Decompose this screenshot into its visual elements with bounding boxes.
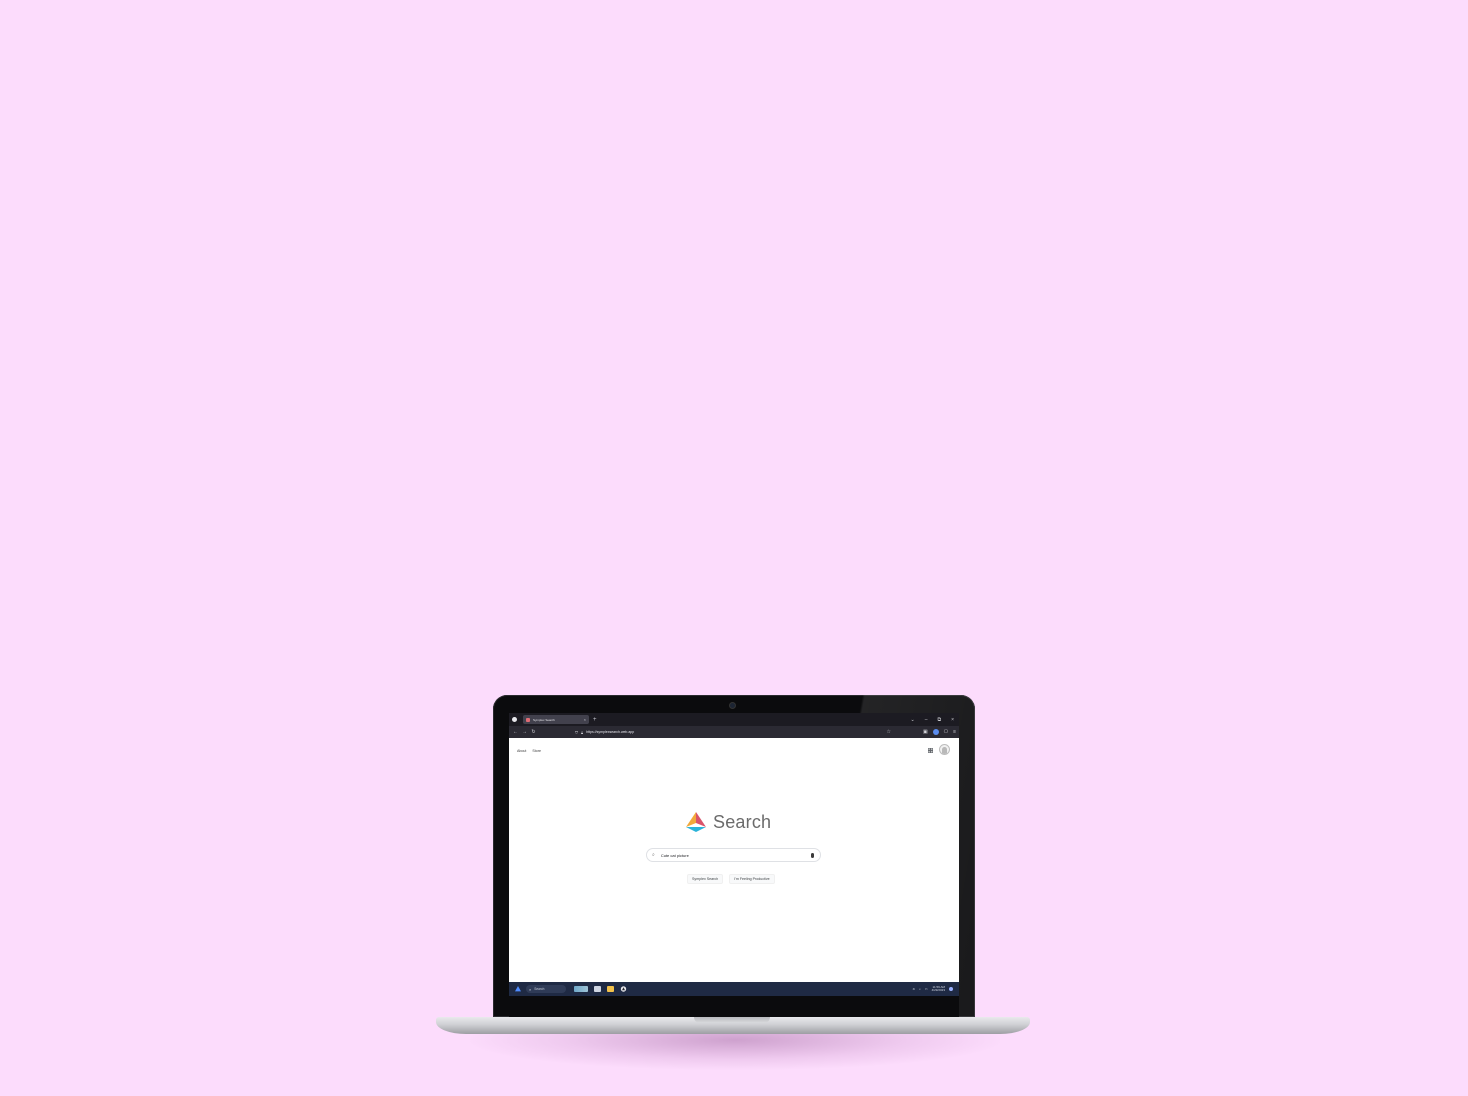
logo-text: Search — [713, 811, 772, 832]
task-view-icon[interactable] — [594, 986, 601, 992]
laptop-base — [436, 1017, 1030, 1034]
search-page: About Store Search ⌕ Cute cat picture Sy… — [509, 738, 959, 982]
avatar[interactable] — [939, 744, 950, 755]
notification-icon[interactable] — [949, 987, 953, 991]
reload-icon[interactable]: ↻ — [531, 729, 536, 735]
system-tray: ≋ ◖ ▭ 11:59 AM 4/29/2023 — [912, 985, 953, 993]
tab-list-icon[interactable]: ⌄ — [911, 717, 915, 723]
browser-taskbar-icon[interactable] — [620, 986, 627, 992]
bookmark-star-icon[interactable]: ☆ — [887, 729, 891, 735]
clock[interactable]: 11:59 AM 4/29/2023 — [931, 985, 945, 993]
extensions-icon[interactable]: ⎔ — [944, 729, 948, 735]
taskbar-search[interactable]: ⌕ Search — [526, 985, 566, 993]
new-tab-button[interactable]: + — [593, 717, 597, 723]
pocket-icon[interactable]: ▣ — [923, 729, 928, 735]
wifi-icon[interactable]: ≋ — [912, 987, 915, 991]
clock-date: 4/29/2023 — [931, 988, 945, 992]
address-bar[interactable]: ⛉ 🔒︎ https://symplexsearch.web.app ☆ — [575, 728, 891, 736]
lid-notch — [694, 1017, 770, 1023]
volume-icon[interactable]: ◖ — [919, 987, 921, 991]
account-extension-icon[interactable] — [932, 729, 939, 735]
laptop-screen: Symplex Search × + ⌄ – ⧉ × ← → ↻ ⛉ 🔒︎ ht… — [509, 713, 959, 996]
search-icon: ⌕ — [652, 852, 655, 858]
shield-icon[interactable]: ⛉ — [575, 730, 578, 735]
minimize-icon[interactable]: – — [925, 717, 928, 723]
search-logo: Search — [684, 811, 771, 833]
back-icon[interactable]: ← — [513, 729, 518, 735]
microphone-icon[interactable] — [811, 852, 814, 858]
start-icon[interactable] — [515, 986, 521, 992]
close-window-icon[interactable]: × — [951, 717, 954, 723]
browser-tab-bar: Symplex Search × + ⌄ – ⧉ × — [509, 713, 959, 726]
tab-title: Symplex Search — [533, 717, 555, 722]
window-controls: ⌄ – ⧉ × — [911, 717, 959, 723]
menu-icon[interactable]: ≡ — [953, 729, 956, 735]
widgets-icon[interactable] — [574, 986, 588, 992]
browser-nav-bar: ← → ↻ ⛉ 🔒︎ https://symplexsearch.web.app… — [509, 726, 959, 738]
search-input[interactable]: ⌕ Cute cat picture — [646, 848, 821, 862]
webcam-icon — [730, 703, 735, 708]
stage: Symplex Search × + ⌄ – ⧉ × ← → ↻ ⛉ 🔒︎ ht… — [0, 0, 1468, 1096]
about-link[interactable]: About — [517, 749, 526, 753]
toolbar-icons: ▣ ⎔ ≡ — [923, 729, 956, 735]
os-taskbar: ⌕ Search ≋ ◖ ▭ 11:59 AM 4/29/2023 — [509, 982, 959, 996]
url-text[interactable]: https://symplexsearch.web.app — [586, 730, 634, 734]
taskbar-search-placeholder: Search — [534, 987, 545, 991]
tab-close-icon[interactable]: × — [584, 717, 586, 722]
tab-symplex-search[interactable]: Symplex Search × — [523, 715, 589, 724]
restore-icon[interactable]: ⧉ — [938, 717, 942, 723]
laptop-bezel-chin — [509, 996, 959, 1017]
lock-icon[interactable]: 🔒︎ — [581, 730, 583, 735]
browser-logo-icon[interactable] — [512, 717, 517, 722]
store-link[interactable]: Store — [532, 749, 541, 753]
favicon-icon — [526, 717, 530, 722]
search-input-value[interactable]: Cute cat picture — [661, 853, 811, 858]
battery-icon[interactable]: ▭ — [925, 987, 928, 991]
symplex-logo-icon — [686, 812, 706, 832]
forward-icon[interactable]: → — [522, 729, 527, 735]
taskbar-search-icon: ⌕ — [529, 986, 532, 992]
file-explorer-icon[interactable] — [607, 986, 614, 992]
search-buttons: Symplex Search I'm Feeling Productive — [687, 874, 775, 884]
top-links: About Store — [517, 749, 541, 753]
taskbar-apps — [574, 986, 627, 992]
feeling-productive-button[interactable]: I'm Feeling Productive — [729, 874, 775, 884]
apps-grid-icon[interactable] — [928, 748, 933, 753]
symplex-search-button[interactable]: Symplex Search — [687, 874, 724, 884]
